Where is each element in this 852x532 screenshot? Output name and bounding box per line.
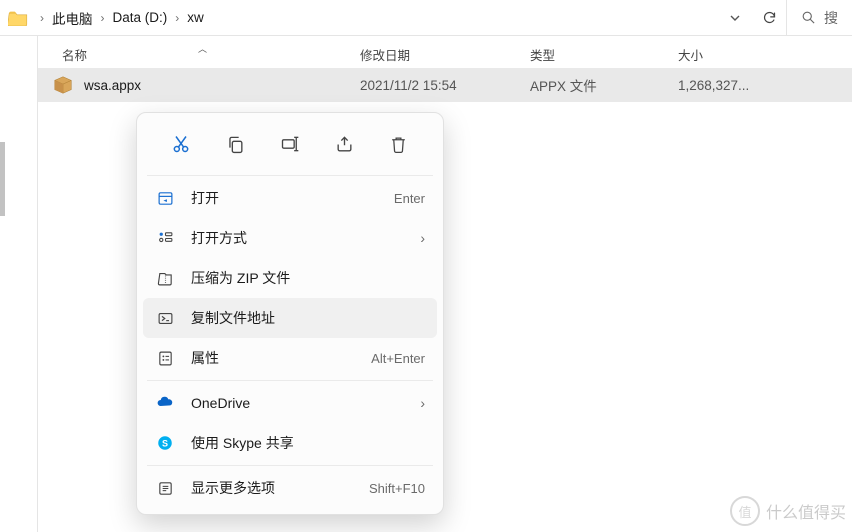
menu-properties[interactable]: 属性 Alt+Enter (143, 338, 437, 378)
watermark-icon: 值 (730, 496, 760, 526)
share-button[interactable] (324, 125, 364, 163)
svg-text:S: S (162, 438, 168, 448)
more-options-icon (155, 480, 175, 497)
search-icon (801, 10, 816, 25)
properties-icon (155, 350, 175, 367)
menu-open-with[interactable]: 打开方式 › (143, 218, 437, 258)
onedrive-icon (155, 394, 175, 412)
breadcrumb-root[interactable]: 此电脑 (50, 4, 95, 32)
menu-separator (147, 465, 433, 466)
menu-skype[interactable]: S 使用 Skype 共享 (143, 423, 437, 463)
breadcrumb-separator: › (175, 11, 179, 25)
copy-button[interactable] (216, 125, 256, 163)
folder-icon (8, 10, 28, 26)
zip-icon (155, 270, 175, 287)
column-name[interactable]: 名称︿ (38, 45, 360, 64)
column-headers: 名称︿ 修改日期 类型 大小 (38, 36, 852, 68)
search-box[interactable]: 搜 (786, 0, 846, 35)
breadcrumb-separator: › (101, 11, 105, 25)
file-size: 1,268,327... (678, 78, 852, 93)
breadcrumb-separator: › (40, 11, 44, 25)
menu-separator (147, 175, 433, 176)
sort-indicator-icon: ︿ (198, 42, 207, 55)
address-bar: › 此电脑 › Data (D:) › xw 搜 (0, 0, 852, 36)
watermark: 值 什么值得买 (730, 496, 846, 526)
open-with-icon (155, 230, 175, 247)
sidebar (0, 36, 38, 532)
rename-button[interactable] (270, 125, 310, 163)
copy-path-icon (155, 310, 175, 327)
refresh-button[interactable] (752, 3, 786, 33)
chevron-right-icon: › (420, 395, 425, 411)
menu-compress-zip[interactable]: 压缩为 ZIP 文件 (143, 258, 437, 298)
context-action-row (143, 119, 437, 173)
column-size[interactable]: 大小 (678, 45, 852, 64)
dropdown-button[interactable] (718, 3, 752, 33)
scrollbar-thumb[interactable] (0, 142, 5, 216)
file-row[interactable]: wsa.appx 2021/11/2 15:54 APPX 文件 1,268,3… (38, 68, 852, 102)
search-label: 搜 (824, 8, 838, 28)
breadcrumb-folder[interactable]: xw (185, 6, 206, 29)
column-type[interactable]: 类型 (530, 45, 678, 64)
skype-icon: S (155, 434, 175, 452)
menu-onedrive[interactable]: OneDrive › (143, 383, 437, 423)
chevron-right-icon: › (420, 230, 425, 246)
package-icon (52, 74, 74, 96)
menu-separator (147, 380, 433, 381)
menu-show-more[interactable]: 显示更多选项 Shift+F10 (143, 468, 437, 508)
cut-button[interactable] (161, 125, 201, 163)
file-type: APPX 文件 (530, 75, 678, 95)
delete-button[interactable] (379, 125, 419, 163)
file-date: 2021/11/2 15:54 (360, 78, 530, 93)
open-icon (155, 190, 175, 207)
context-menu: 打开 Enter 打开方式 › 压缩为 ZIP 文件 复制文件地址 属性 Alt… (136, 112, 444, 515)
menu-open[interactable]: 打开 Enter (143, 178, 437, 218)
column-date[interactable]: 修改日期 (360, 45, 530, 64)
breadcrumb-drive[interactable]: Data (D:) (111, 6, 170, 29)
file-name: wsa.appx (84, 78, 141, 93)
menu-copy-path[interactable]: 复制文件地址 (143, 298, 437, 338)
